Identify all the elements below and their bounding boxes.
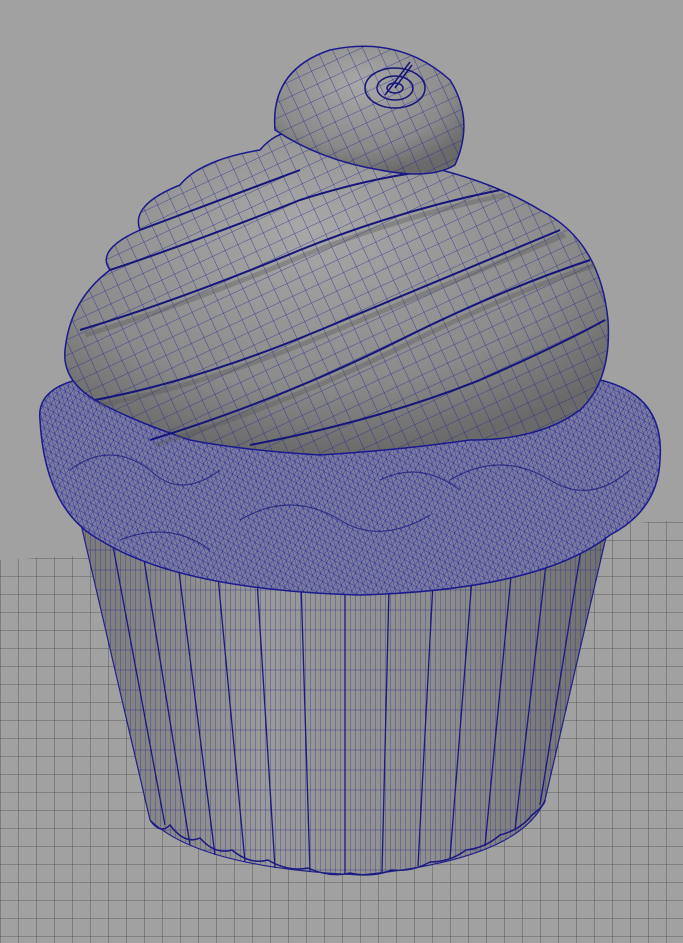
maya-3d-viewport[interactable] xyxy=(0,0,683,943)
frosting-swirl[interactable] xyxy=(64,131,610,456)
viewport-canvas[interactable] xyxy=(0,0,683,943)
